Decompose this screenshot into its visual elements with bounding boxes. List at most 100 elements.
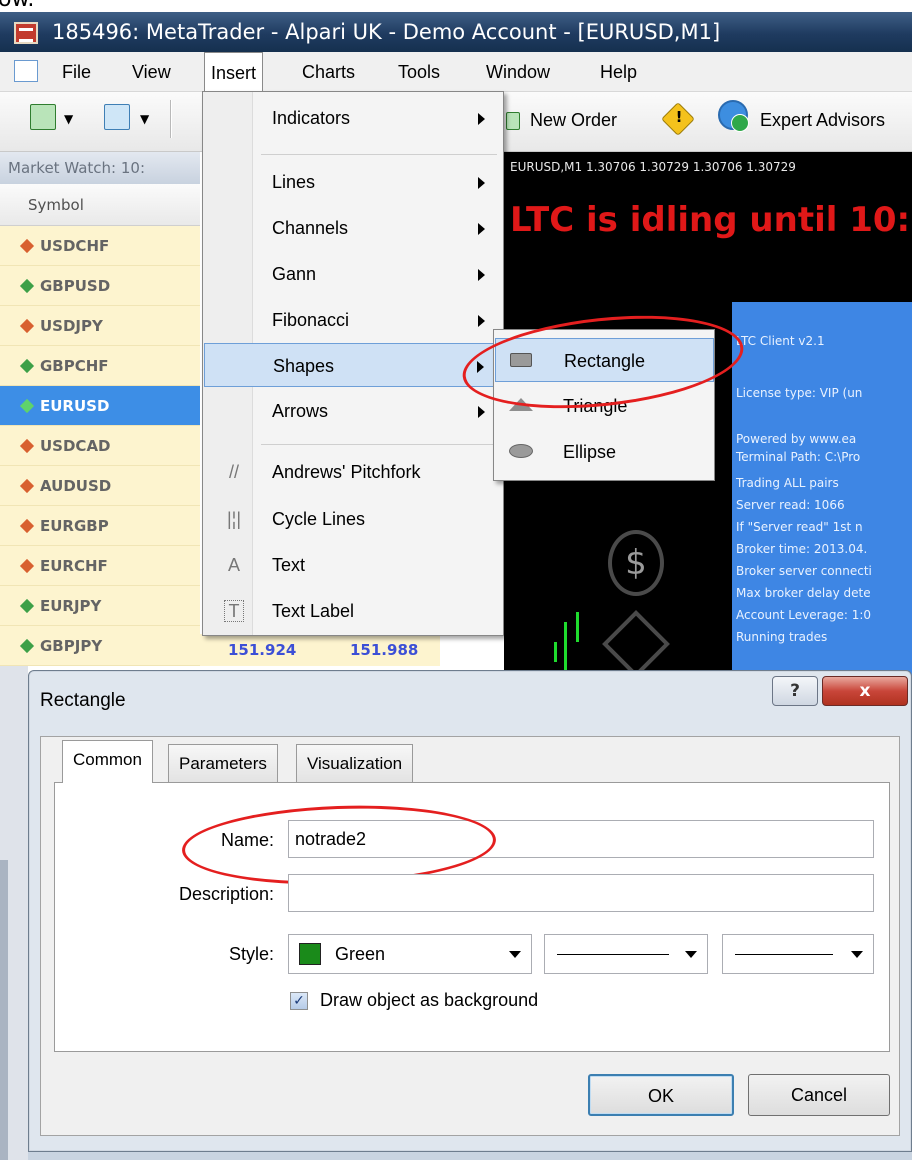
menu-file[interactable]: File <box>62 52 91 92</box>
menu-item-indicators[interactable]: Indicators <box>204 96 503 140</box>
gbpjpy-ask: 151.988 <box>350 641 419 659</box>
menu-item-label: Channels <box>272 218 349 238</box>
down-arrow-icon <box>19 318 35 334</box>
menu-item-label: Cycle Lines <box>272 509 366 529</box>
submenu-item-ellipse[interactable]: Ellipse <box>495 430 714 474</box>
panel-line: Server read: 1066 <box>736 498 845 512</box>
color-swatch <box>299 943 321 965</box>
menu-item-text-label[interactable]: T Text Label <box>204 589 503 633</box>
help-button[interactable]: ? <box>772 676 818 706</box>
menu-insert[interactable]: Insert <box>204 52 264 92</box>
ltc-info-panel: LTC Client v2.1 License type: VIP (un Po… <box>732 302 912 672</box>
menu-item-label: Ellipse <box>563 442 617 462</box>
cycle-lines-icon: |¦| <box>226 509 242 529</box>
menu-item-label: Fibonacci <box>272 310 350 330</box>
warning-icon[interactable]: ! <box>661 102 695 136</box>
menu-item-lines[interactable]: Lines <box>204 160 503 204</box>
dialog-title: Rectangle <box>40 690 126 711</box>
market-row-usdcad[interactable]: USDCAD <box>0 426 200 466</box>
color-select[interactable]: Green <box>288 934 532 974</box>
menu-charts[interactable]: Charts <box>302 52 355 92</box>
menu-separator <box>261 444 497 445</box>
panel-line: Account Leverage: 1:0 <box>736 608 872 622</box>
document-icon[interactable] <box>14 60 38 82</box>
menu-item-label: Indicators <box>272 108 351 128</box>
background-checkbox-label: Draw object as background <box>320 990 539 1010</box>
ok-button[interactable]: OK <box>588 1074 734 1116</box>
line-width-sample <box>735 954 833 955</box>
menu-item-label: Arrows <box>272 401 329 421</box>
column-header-symbol[interactable]: Symbol <box>0 184 200 226</box>
chevron-down-icon[interactable]: ▼ <box>140 112 149 126</box>
panel-line: Powered by www.ea <box>736 432 857 446</box>
gbpjpy-quotes: 151.924 151.988 <box>200 634 440 666</box>
market-row-eurusd[interactable]: EURUSD <box>0 386 200 426</box>
window-edge <box>0 860 8 1160</box>
new-order-icon[interactable] <box>506 112 520 130</box>
expert-advisors-label: Expert Advisors <box>760 110 886 130</box>
market-row-gbpjpy[interactable]: GBPJPY <box>0 626 200 666</box>
market-row-eurgbp[interactable]: EURGBP <box>0 506 200 546</box>
menu-item-shapes[interactable]: Shapes <box>204 343 503 387</box>
market-watch-header: Market Watch: 10: <box>0 152 200 184</box>
toolbar-separator <box>170 100 172 138</box>
menu-item-fibonacci[interactable]: Fibonacci <box>204 298 503 342</box>
line-style-select[interactable] <box>544 934 708 974</box>
panel-line: Trading ALL pairs <box>736 476 839 490</box>
panel-line: Terminal Path: C:\Pro <box>736 450 861 464</box>
tab-parameters[interactable]: Parameters <box>168 744 278 782</box>
submenu-arrow-icon <box>478 315 485 327</box>
menu-item-channels[interactable]: Channels <box>204 206 503 250</box>
menu-item-label: Text Label <box>272 601 355 621</box>
menu-tools[interactable]: Tools <box>398 52 440 92</box>
description-field[interactable] <box>288 874 874 912</box>
new-order-button[interactable]: New Order <box>530 104 617 136</box>
submenu-arrow-icon <box>478 223 485 235</box>
menu-item-gann[interactable]: Gann <box>204 252 503 296</box>
market-row-gbpusd[interactable]: GBPUSD <box>0 266 200 306</box>
menu-help[interactable]: Help <box>600 52 637 92</box>
tab-visualization[interactable]: Visualization <box>296 744 414 782</box>
panel-line: License type: VIP (un <box>736 386 863 400</box>
dialog-bottom-edge <box>28 1152 912 1160</box>
market-row-audusd[interactable]: AUDUSD <box>0 466 200 506</box>
ellipse-icon <box>509 444 533 458</box>
text-label-glyph: T <box>224 600 244 622</box>
down-arrow-icon <box>19 518 35 534</box>
cancel-button[interactable]: Cancel <box>748 1074 890 1116</box>
submenu-arrow-icon <box>478 177 485 189</box>
menu-bar: File View Insert Charts Tools Window Hel… <box>0 52 912 92</box>
tab-common[interactable]: Common <box>62 740 153 783</box>
up-arrow-icon <box>19 398 35 414</box>
menu-window[interactable]: Window <box>486 52 550 92</box>
panel-line: LTC Client v2.1 <box>736 334 825 348</box>
close-button[interactable]: x <box>822 676 908 706</box>
market-row-gbpchf[interactable]: GBPCHF <box>0 346 200 386</box>
up-arrow-icon <box>19 278 35 294</box>
market-row-usdchf[interactable]: USDCHF <box>0 226 200 266</box>
menu-item-label: Andrews' Pitchfork <box>272 462 421 482</box>
down-arrow-icon <box>19 478 35 494</box>
window-title: 185496: MetaTrader - Alpari UK - Demo Ac… <box>0 12 912 52</box>
description-label: Description: <box>178 884 274 904</box>
market-row-usdjpy[interactable]: USDJPY <box>0 306 200 346</box>
menu-item-text[interactable]: A Text <box>204 543 503 587</box>
new-chart-icon[interactable] <box>30 104 56 130</box>
menu-item-label: Shapes <box>273 356 335 376</box>
menu-item-arrows[interactable]: Arrows <box>204 389 503 433</box>
menu-item-cycle-lines[interactable]: |¦| Cycle Lines <box>204 497 503 541</box>
panel-line: Running trades <box>736 630 828 644</box>
market-row-eurchf[interactable]: EURCHF <box>0 546 200 586</box>
background-checkbox[interactable]: ✓ <box>290 992 308 1010</box>
submenu-arrow-icon <box>478 269 485 281</box>
profiles-icon[interactable] <box>104 104 130 130</box>
panel-line: Max broker delay dete <box>736 586 871 600</box>
menu-item-andrews-pitchfork[interactable]: // Andrews' Pitchfork <box>204 450 503 494</box>
down-arrow-icon <box>19 438 35 454</box>
insert-menu: Indicators Lines Channels Gann Fibonacci… <box>202 91 504 636</box>
metatrader-icon <box>14 22 38 44</box>
line-width-select[interactable] <box>722 934 874 974</box>
chevron-down-icon[interactable]: ▼ <box>64 112 73 126</box>
menu-view[interactable]: View <box>132 52 171 92</box>
market-row-eurjpy[interactable]: EURJPY <box>0 586 200 626</box>
